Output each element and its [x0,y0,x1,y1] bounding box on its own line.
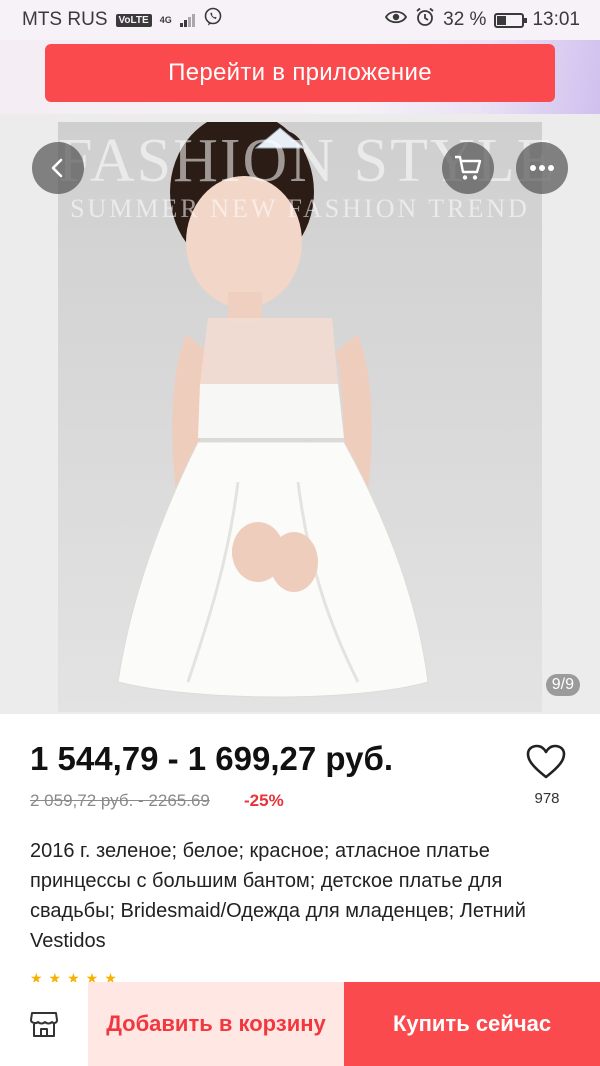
more-button[interactable] [516,142,568,194]
store-icon [30,1012,58,1037]
status-left: MTS RUS VoLTE 4G [22,7,223,33]
eye-icon [385,9,408,31]
product-title: 2016 г. зеленое; белое; красное; атласно… [30,840,526,952]
chevron-left-icon [51,158,63,178]
clock: 13:01 [532,9,580,30]
carrier-name: MTS RUS [22,9,108,30]
volte-badge: VoLTE [115,13,152,27]
image-counter: 9/9 [545,674,580,696]
signal-icon [179,13,195,27]
heart-icon [526,744,566,779]
cart-icon [455,155,482,180]
add-to-cart-button[interactable]: Добавить в корзину [88,982,344,1066]
network-type: 4G [159,14,172,25]
app-banner: Перейти в приложение [0,40,600,114]
status-bar: MTS RUS VoLTE 4G 32 % 13:01 [0,0,600,40]
viber-icon [203,7,223,33]
cart-button[interactable] [442,142,494,194]
wishlist-count: 978 [534,790,560,807]
alarm-icon [415,7,435,33]
back-button[interactable] [32,142,84,194]
price-range: 1 544,79 - 1 699,27 руб. [30,740,394,777]
bottom-action-bar: Добавить в корзину Купить сейчас [0,982,600,1066]
buy-now-button[interactable]: Купить сейчас [344,982,600,1066]
battery-level [497,15,506,25]
more-icon [530,165,554,171]
watermark-subtitle: SUMMER NEW FASHION TREND [70,194,530,223]
open-app-button[interactable]: Перейти в приложение [45,44,555,102]
status-right: 32 % 13:01 [385,7,580,33]
old-price: 2 059,72 руб. - 2265.69 [30,791,210,810]
product-gallery[interactable]: FASHION STYLE SUMMER NEW FASHION TREND 9… [0,114,600,714]
store-button[interactable] [0,982,88,1066]
battery-icon [494,12,528,28]
wishlist-button[interactable] [526,744,566,785]
discount-badge: -25% [244,791,284,810]
battery-percent: 32 % [443,9,487,30]
